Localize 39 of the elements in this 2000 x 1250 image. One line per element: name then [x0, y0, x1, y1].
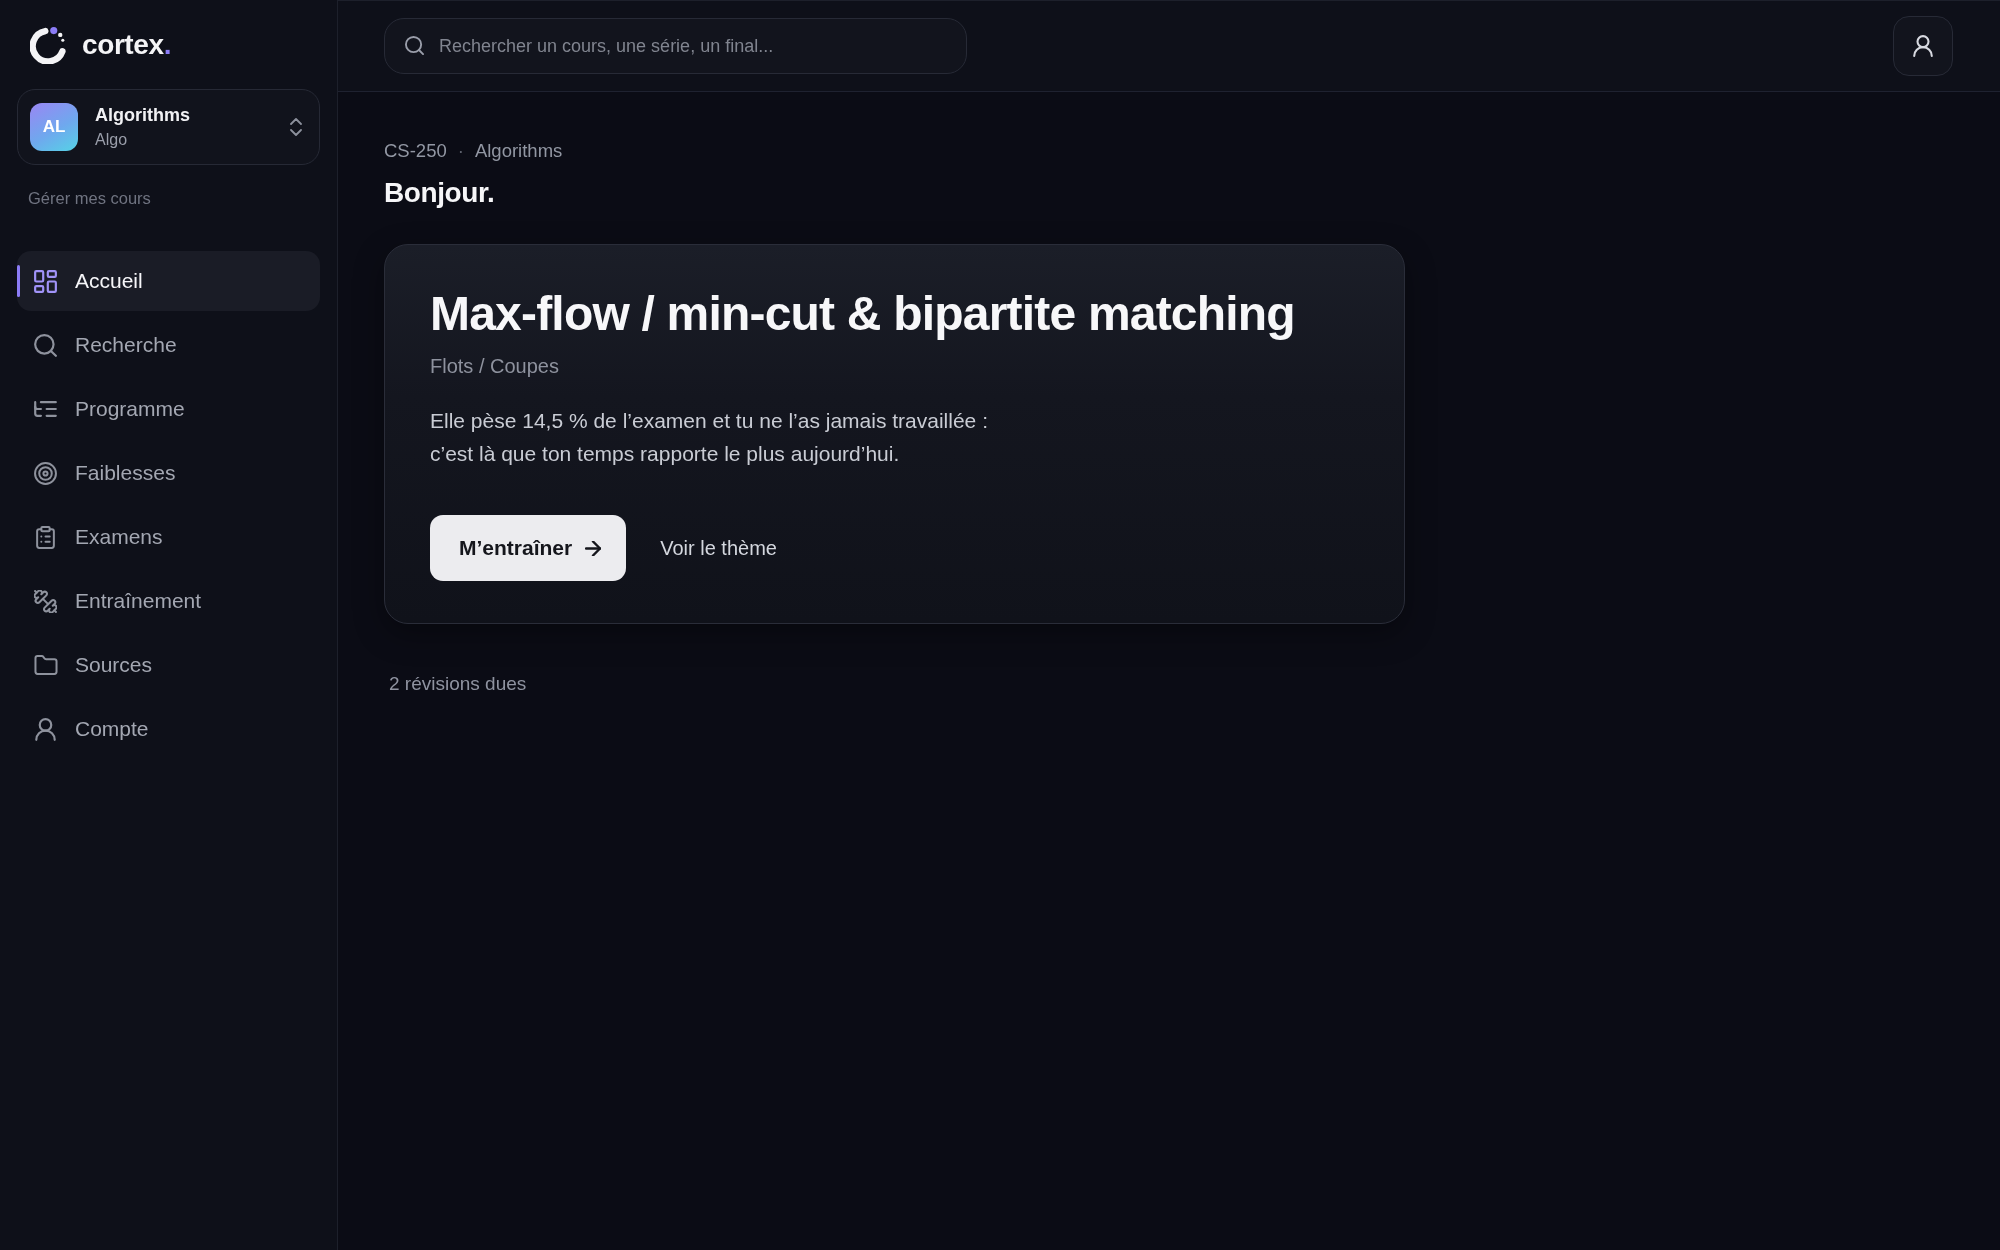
nav-item[interactable]: Sources	[17, 635, 320, 695]
breadcrumb-link[interactable]: CS-250	[384, 140, 447, 162]
greeting-heading: Bonjour.	[384, 176, 495, 210]
nav-item[interactable]: Examens	[17, 507, 320, 567]
breadcrumb-link[interactable]: Algorithms	[474, 140, 563, 162]
reviews-due-text: 2 révisions dues	[389, 672, 527, 696]
nav-item[interactable]: Programme	[17, 379, 320, 439]
nav-item[interactable]: Entraînement	[17, 571, 320, 631]
nav-item[interactable]: Compte	[17, 699, 320, 759]
search-icon	[34, 333, 57, 357]
target-icon	[34, 461, 57, 485]
user-icon	[35, 717, 56, 741]
nav-item[interactable]: Recherche	[17, 315, 320, 375]
list-tree-icon	[34, 401, 57, 417]
course-switcher[interactable]: AL Algorithms Algo	[17, 89, 320, 165]
clipboard-icon	[36, 525, 55, 549]
dashboard-icon	[34, 269, 57, 293]
logo-icon	[30, 26, 66, 64]
manage-courses-link[interactable]: Gérer mes cours	[28, 188, 151, 208]
topic-label: Flots / Coupes	[430, 354, 559, 379]
search-icon	[405, 36, 424, 55]
logo-wordmark: cortex.	[82, 31, 172, 59]
folder-icon	[34, 655, 58, 675]
chevrons-up-down-icon	[290, 118, 302, 136]
breadcrumb-separator: ·	[457, 140, 464, 162]
arrow-right-icon	[585, 540, 602, 556]
view-theme-link[interactable]: Voir le thème	[660, 536, 777, 560]
course-avatar: AL	[30, 103, 78, 151]
user-icon	[1913, 35, 1933, 57]
dumbbell-icon	[34, 589, 57, 613]
nav-item[interactable]: Accueil	[17, 251, 320, 311]
practice-button[interactable]: M’entraîner	[430, 515, 627, 581]
nav-item[interactable]: Faiblesses	[17, 443, 320, 503]
search-field[interactable]: Rechercher un cours, une série, un final...	[384, 18, 967, 74]
course-title: Algorithms	[95, 104, 190, 126]
card-description: Elle pèse 14,5 % de l’examen et tu ne l’as jamais travaillée : c’est là que ton temps rapporte le plus aujourd’hui.	[430, 408, 989, 467]
card-title: Max-flow / min-cut & bipartite matching	[430, 286, 1295, 342]
course-subtitle: Algo	[95, 130, 128, 150]
profile-button[interactable]	[1893, 16, 1953, 76]
